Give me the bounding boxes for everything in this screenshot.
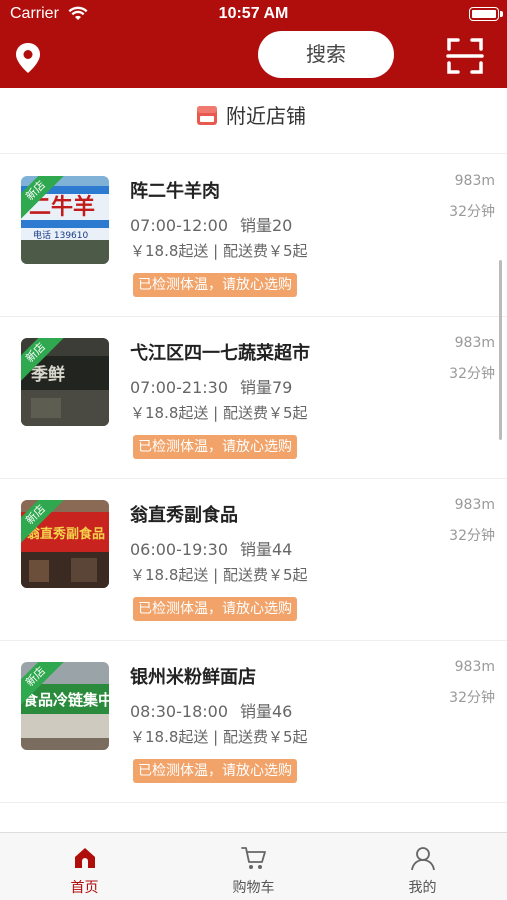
battery-icon <box>469 7 503 21</box>
delivery-eta: 32分钟 <box>449 366 495 382</box>
location-pin-icon[interactable] <box>14 42 42 74</box>
profile-icon <box>411 847 435 871</box>
store-hours-sales: 07:00-21:30 销量79 <box>130 374 292 398</box>
search-button[interactable]: 搜索 <box>258 31 394 78</box>
nearby-stores-header: 附近店铺 <box>0 88 507 154</box>
svg-text:电话 139610: 电话 139610 <box>33 229 88 241</box>
svg-text:食品冷链集中: 食品冷链集中 <box>23 691 109 709</box>
store-delivery-fee: ￥18.8起送 | 配送费￥5起 <box>130 728 308 746</box>
scan-icon[interactable] <box>446 37 484 75</box>
temperature-check-tag: 已检测体温，请放心选购 <box>133 759 297 783</box>
store-distance: 983m <box>454 173 495 189</box>
clock: 10:57 AM <box>218 5 289 22</box>
tab-profile-label: 我的 <box>408 880 437 896</box>
store-hours-sales: 06:00-19:30 销量44 <box>130 536 292 560</box>
store-list: 二牛羊 电话 139610 新店 阵二牛羊肉 07:00-12:00 销量20 ￥… <box>0 155 507 803</box>
store-hours: 06:00-19:30 <box>130 540 228 559</box>
tab-cart[interactable]: 购物车 <box>169 833 338 900</box>
top-header: Carrier 10:57 AM 搜索 <box>0 0 507 88</box>
store-thumbnail: 翁直秀副食品 新店 <box>21 500 109 588</box>
store-hours: 07:00-12:00 <box>130 216 228 235</box>
svg-text:翁直秀副食品: 翁直秀副食品 <box>26 526 105 542</box>
home-icon <box>75 848 95 868</box>
section-title: 附近店铺 <box>226 104 306 128</box>
temperature-check-tag: 已检测体温，请放心选购 <box>133 435 297 459</box>
store-thumbnail: 二牛羊 电话 139610 新店 <box>21 176 109 264</box>
delivery-eta: 32分钟 <box>449 690 495 706</box>
tab-home-label: 首页 <box>70 880 99 896</box>
store-sales: 销量46 <box>240 702 293 721</box>
app-screen: Carrier 10:57 AM 搜索 附近店铺 二牛羊 电话 139610 新… <box>0 0 507 900</box>
delivery-eta: 32分钟 <box>449 528 495 544</box>
store-distance: 983m <box>454 335 495 351</box>
scrollbar-thumb[interactable] <box>499 260 502 440</box>
svg-text:季鲜: 季鲜 <box>31 364 65 385</box>
store-hours: 07:00-21:30 <box>130 378 228 397</box>
store-card[interactable]: 翁直秀副食品 新店 翁直秀副食品 06:00-19:30 销量44 ￥18.8起送… <box>0 479 507 641</box>
delivery-eta: 32分钟 <box>449 204 495 220</box>
store-hours-sales: 07:00-12:00 销量20 <box>130 212 292 236</box>
status-bar: Carrier 10:57 AM <box>0 0 507 30</box>
store-hours-sales: 08:30-18:00 销量46 <box>130 698 292 722</box>
temperature-check-tag: 已检测体温，请放心选购 <box>133 597 297 621</box>
store-name: 翁直秀副食品 <box>130 505 238 526</box>
store-name: 弋江区四一七蔬菜超市 <box>130 343 310 364</box>
store-delivery-fee: ￥18.8起送 | 配送费￥5起 <box>130 242 308 260</box>
tab-profile[interactable]: 我的 <box>338 833 507 900</box>
store-name: 银州米粉鲜面店 <box>130 667 256 688</box>
store-sales: 销量44 <box>240 540 293 559</box>
store-sales: 销量20 <box>240 216 293 235</box>
store-distance: 983m <box>454 659 495 675</box>
temperature-check-tag: 已检测体温，请放心选购 <box>133 273 297 297</box>
store-card[interactable]: 季鲜 新店 弋江区四一七蔬菜超市 07:00-21:30 销量79 ￥18.8起送… <box>0 317 507 479</box>
store-thumbnail: 食品冷链集中 新店 <box>21 662 109 750</box>
store-thumbnail: 季鲜 新店 <box>21 338 109 426</box>
store-icon <box>197 106 217 125</box>
store-delivery-fee: ￥18.8起送 | 配送费￥5起 <box>130 404 308 422</box>
store-hours: 08:30-18:00 <box>130 702 228 721</box>
store-delivery-fee: ￥18.8起送 | 配送费￥5起 <box>130 566 308 584</box>
store-card[interactable]: 食品冷链集中 新店 银州米粉鲜面店 08:30-18:00 销量46 ￥18.8起… <box>0 641 507 803</box>
store-name: 阵二牛羊肉 <box>130 181 220 202</box>
store-card[interactable]: 二牛羊 电话 139610 新店 阵二牛羊肉 07:00-12:00 销量20 ￥… <box>0 155 507 317</box>
store-sales: 销量79 <box>240 378 293 397</box>
tab-home[interactable]: 首页 <box>0 833 169 900</box>
tab-cart-label: 购物车 <box>232 880 275 896</box>
bottom-tab-bar: 首页 购物车 我的 <box>0 832 507 900</box>
store-distance: 983m <box>454 497 495 513</box>
cart-icon <box>241 847 266 869</box>
